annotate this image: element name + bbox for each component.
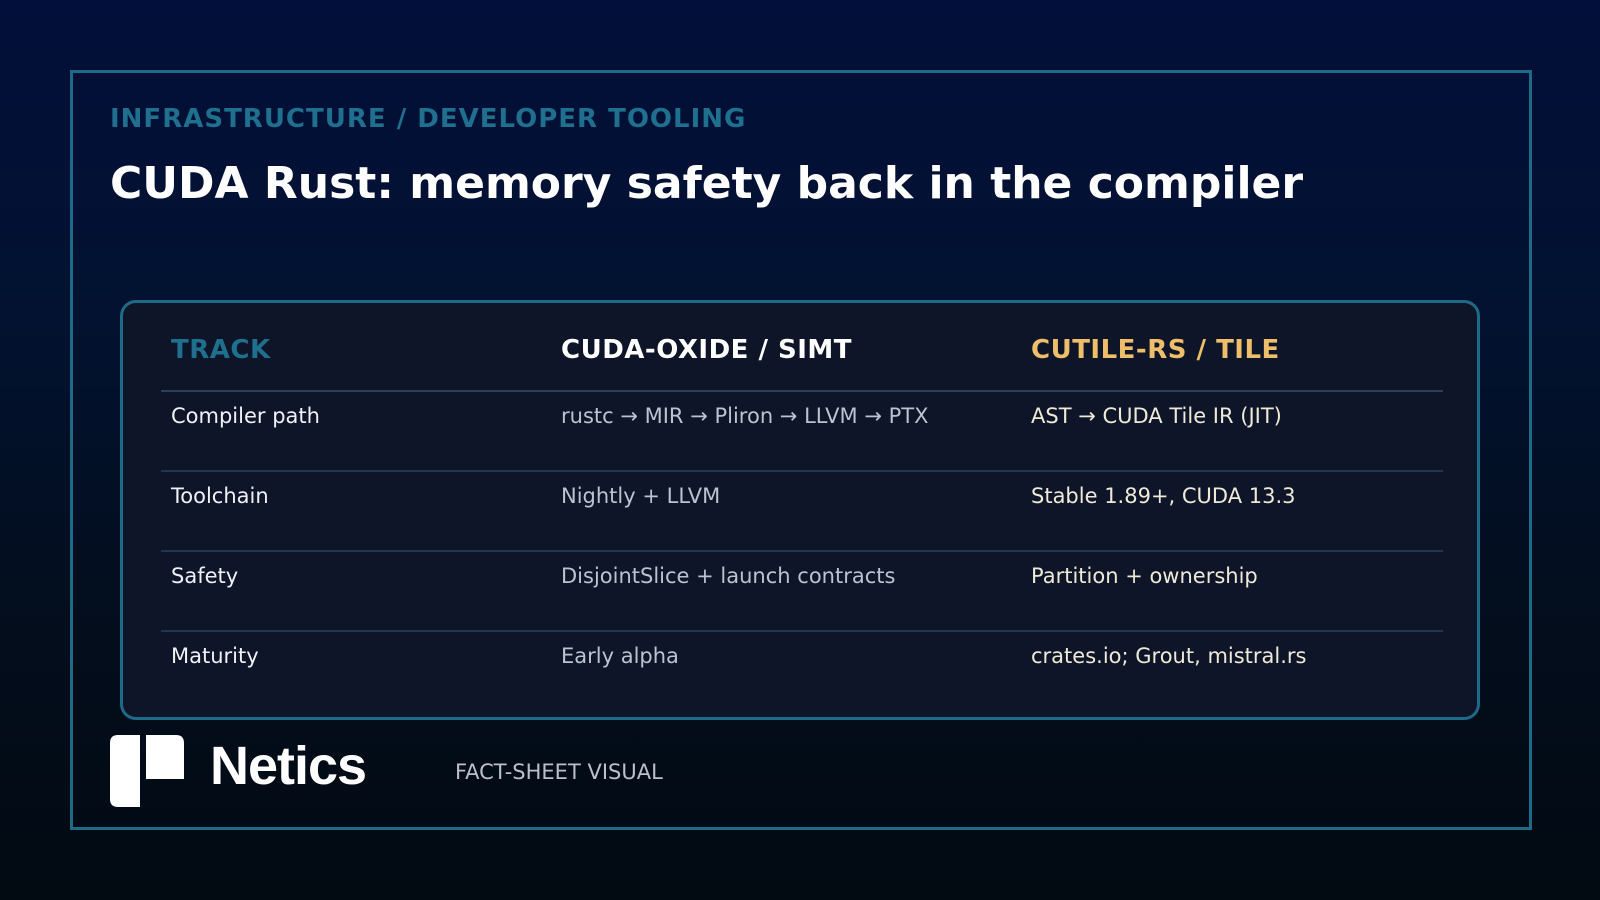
comparison-panel: TRACK CUDA-OXIDE / SIMT CUTILE-RS / TILE… — [120, 300, 1480, 720]
tile-cell: AST → CUDA Tile IR (JIT) — [1021, 391, 1443, 472]
simt-cell: Nightly + LLVM — [551, 471, 1021, 552]
simt-cell: DisjointSlice + launch contracts — [551, 551, 1021, 632]
tile-cell: Partition + ownership — [1021, 551, 1443, 632]
table-row: Safety DisjointSlice + launch contracts … — [161, 551, 1443, 632]
table-row: Maturity Early alpha crates.io; Grout, m… — [161, 631, 1443, 711]
tile-cell: crates.io; Grout, mistral.rs — [1031, 644, 1307, 668]
row-label: Maturity — [171, 644, 259, 668]
table-row: Compiler path rustc → MIR → Pliron → LLV… — [161, 391, 1443, 472]
footer-tag: FACT-SHEET VISUAL — [455, 760, 663, 784]
netics-logo-icon — [110, 735, 184, 807]
tile-cell: Stable 1.89+, CUDA 13.3 — [1021, 471, 1443, 552]
comparison-table: TRACK CUDA-OXIDE / SIMT CUTILE-RS / TILE… — [161, 327, 1443, 711]
brand-name: Netics — [210, 736, 367, 796]
simt-cell: Early alpha — [561, 644, 679, 668]
row-label: Safety — [161, 551, 551, 632]
column-header-track: TRACK — [161, 327, 551, 392]
table-row: Toolchain Nightly + LLVM Stable 1.89+, C… — [161, 471, 1443, 552]
column-header-tile: CUTILE-RS / TILE — [1021, 327, 1443, 392]
row-label: Toolchain — [161, 471, 551, 552]
page-title: CUDA Rust: memory safety back in the com… — [110, 158, 1304, 209]
column-header-simt: CUDA-OXIDE / SIMT — [551, 327, 1021, 392]
section-kicker: INFRASTRUCTURE / DEVELOPER TOOLING — [110, 104, 747, 134]
table-header-row: TRACK CUDA-OXIDE / SIMT CUTILE-RS / TILE — [161, 327, 1443, 392]
row-label: Compiler path — [161, 391, 551, 472]
simt-cell: rustc → MIR → Pliron → LLVM → PTX — [551, 391, 1021, 472]
